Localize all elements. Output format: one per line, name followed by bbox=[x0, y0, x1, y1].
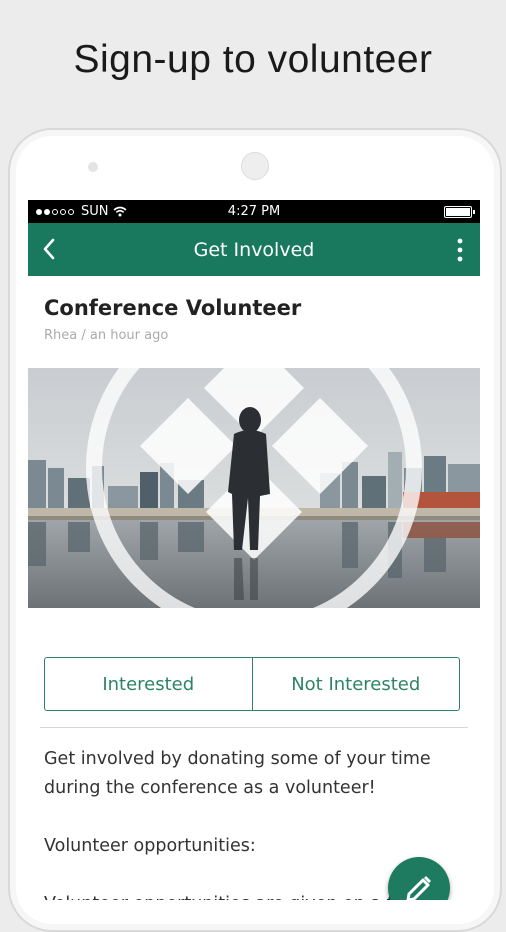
body-paragraph: Get involved by donating some of your ti… bbox=[44, 749, 431, 798]
hero-image bbox=[28, 368, 480, 608]
not-interested-button[interactable]: Not Interested bbox=[251, 658, 460, 710]
phone-sensor bbox=[88, 162, 98, 172]
interest-toggle: Interested Not Interested bbox=[44, 657, 460, 711]
phone-camera bbox=[241, 152, 269, 180]
marketing-headline: Sign-up to volunteer bbox=[73, 38, 433, 81]
post-title: Conference Volunteer bbox=[44, 296, 302, 320]
hero-illustration bbox=[28, 368, 480, 608]
app-bar: Get Involved bbox=[28, 223, 480, 276]
status-bar: SUN 4:27 PM bbox=[28, 200, 480, 223]
post-header: Conference Volunteer Rhea / an hour ago bbox=[28, 276, 480, 368]
interested-button[interactable]: Interested bbox=[45, 658, 252, 710]
section-divider bbox=[40, 727, 468, 728]
post-meta: Rhea / an hour ago bbox=[44, 328, 169, 343]
battery-icon bbox=[444, 206, 475, 218]
more-vertical-icon[interactable] bbox=[454, 237, 466, 263]
status-time: 4:27 PM bbox=[227, 204, 281, 219]
app-screen: SUN 4:27 PM Get Involved Conference Volu… bbox=[28, 200, 480, 900]
app-bar-title: Get Involved bbox=[193, 239, 315, 261]
pencil-icon bbox=[406, 876, 431, 900]
body-paragraph: Volunteer opportunities: bbox=[44, 836, 256, 856]
